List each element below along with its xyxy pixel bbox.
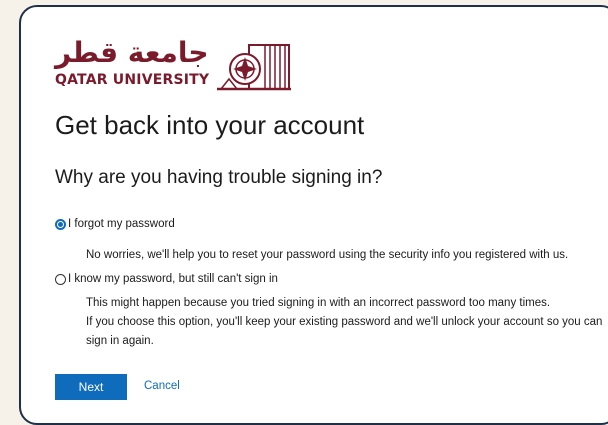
university-emblem-icon xyxy=(217,44,291,91)
radio-selected-icon[interactable] xyxy=(55,218,66,230)
option-forgot-password-label[interactable]: I forgot my password xyxy=(68,218,175,230)
account-recovery-card: جامعة قطر QATAR UNIVERSITY Get back into… xyxy=(19,5,608,425)
page-subtitle: Why are you having trouble signing in? xyxy=(55,167,383,188)
next-button[interactable]: Next xyxy=(55,374,127,400)
option-cannot-sign-in-description-line1: This might happen because you tried sign… xyxy=(86,297,551,309)
option-cannot-sign-in-label[interactable]: I know my password, but still can't sign… xyxy=(68,273,278,285)
option-cannot-sign-in-description-line2: If you choose this option, you'll keep y… xyxy=(86,316,603,347)
page-title: Get back into your account xyxy=(55,110,365,140)
logo-english-text: QATAR UNIVERSITY xyxy=(55,72,210,88)
option-forgot-password[interactable]: I forgot my password xyxy=(55,218,175,230)
cancel-link[interactable]: Cancel xyxy=(144,380,180,392)
logo-arabic-text: جامعة قطر xyxy=(55,36,209,69)
qatar-university-logo: جامعة قطر QATAR UNIVERSITY xyxy=(55,39,295,99)
option-forgot-password-description: No worries, we'll help you to reset your… xyxy=(86,249,569,261)
radio-unselected-icon[interactable] xyxy=(55,273,66,285)
option-cannot-sign-in[interactable]: I know my password, but still can't sign… xyxy=(55,273,278,285)
